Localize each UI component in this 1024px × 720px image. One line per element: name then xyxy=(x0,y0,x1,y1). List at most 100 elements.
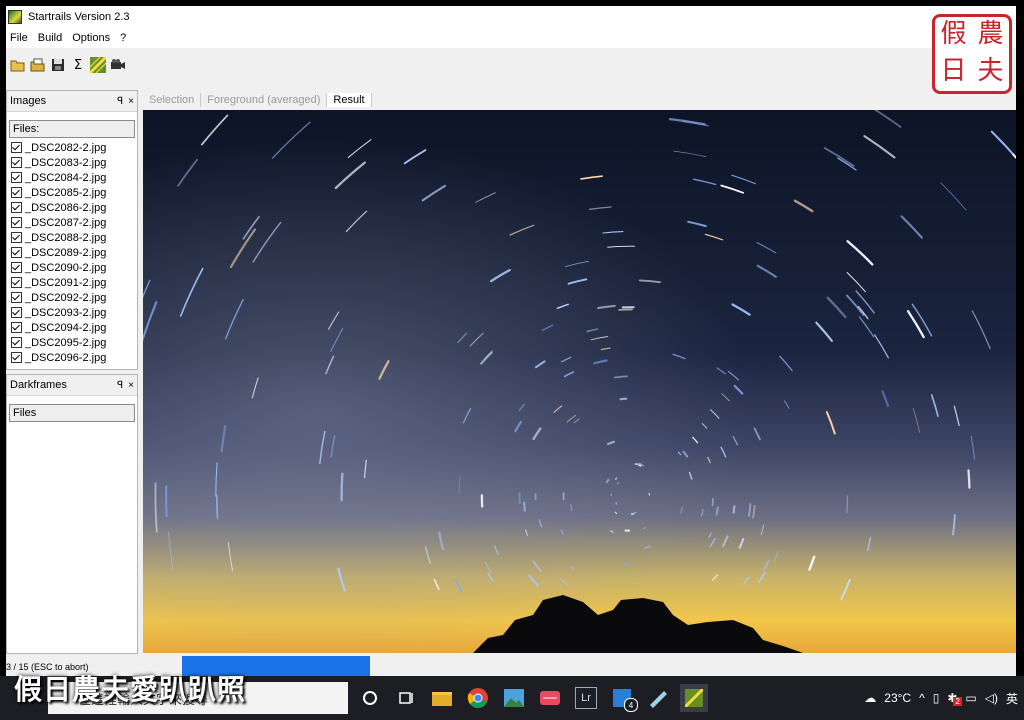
tab-selection[interactable]: Selection xyxy=(143,93,202,107)
file-name: _DSC2089-2.jpg xyxy=(25,246,107,259)
ime-indicator[interactable]: 英 xyxy=(1006,690,1018,707)
list-item[interactable]: _DSC2088-2.jpg xyxy=(7,230,137,245)
system-tray: ☁ 23°C ^ ▯ ✱2 ▭ ◁) 英 xyxy=(864,676,1018,720)
list-item[interactable]: _DSC2092-2.jpg xyxy=(7,290,137,305)
save-icon[interactable] xyxy=(50,57,66,73)
list-item[interactable]: _DSC2091-2.jpg xyxy=(7,275,137,290)
seal-char: 日 xyxy=(940,56,967,86)
images-panel-header: Images ꟼ × xyxy=(7,91,137,112)
star-trail xyxy=(523,501,526,512)
app-pen-icon[interactable] xyxy=(644,684,672,712)
list-item[interactable]: _DSC2082-2.jpg xyxy=(7,140,137,155)
app-window: Startrails Version 2.3 File Build Option… xyxy=(6,6,1016,680)
task-view-icon[interactable] xyxy=(392,684,420,712)
file-name: _DSC2086-2.jpg xyxy=(25,201,107,214)
file-name: _DSC2082-2.jpg xyxy=(25,141,107,154)
list-item[interactable]: _DSC2086-2.jpg xyxy=(7,200,137,215)
star-trail xyxy=(615,502,618,505)
app-blue-icon[interactable]: 4 xyxy=(608,684,638,712)
tray-app-icon[interactable]: ✱2 xyxy=(947,691,962,706)
open-files-icon[interactable] xyxy=(30,57,46,73)
open-folder-icon[interactable] xyxy=(10,57,26,73)
seal-char: 假 xyxy=(940,19,967,49)
title-bar: Startrails Version 2.3 xyxy=(6,6,1016,28)
tab-result[interactable]: Result xyxy=(327,93,372,107)
star-trail xyxy=(967,469,971,489)
file-name: _DSC2090-2.jpg xyxy=(25,261,107,274)
close-icon[interactable]: × xyxy=(128,96,134,107)
video-icon[interactable] xyxy=(110,57,126,73)
list-item[interactable]: _DSC2094-2.jpg xyxy=(7,320,137,335)
checkbox[interactable] xyxy=(11,277,22,288)
startrails-app-icon xyxy=(8,10,22,24)
menu-bar: File Build Options ? xyxy=(6,28,1016,48)
list-item[interactable]: _DSC2083-2.jpg xyxy=(7,155,137,170)
view-tabs: Selection Foreground (averaged) Result xyxy=(143,90,1016,110)
list-item[interactable]: _DSC2095-2.jpg xyxy=(7,335,137,350)
checkbox[interactable] xyxy=(11,142,22,153)
star-trail xyxy=(711,497,714,507)
checkbox[interactable] xyxy=(11,232,22,243)
startrails-icon[interactable] xyxy=(90,57,106,73)
volume-icon[interactable]: ◁) xyxy=(985,691,998,705)
lightroom-icon[interactable]: Lr xyxy=(572,684,600,712)
tray-badge: 2 xyxy=(953,697,962,706)
checkbox[interactable] xyxy=(11,307,22,318)
checkbox[interactable] xyxy=(11,322,22,333)
menu-options[interactable]: Options xyxy=(68,32,114,44)
toolbar: Σ xyxy=(6,50,1016,80)
checkbox[interactable] xyxy=(11,337,22,348)
file-name: _DSC2083-2.jpg xyxy=(25,156,107,169)
file-name: _DSC2092-2.jpg xyxy=(25,291,107,304)
checkbox[interactable] xyxy=(11,352,22,363)
checkbox[interactable] xyxy=(11,262,22,273)
checkbox[interactable] xyxy=(11,202,22,213)
weather-icon[interactable]: ☁ xyxy=(864,691,876,705)
star-trail xyxy=(639,463,645,467)
star-trail xyxy=(846,495,849,514)
network-icon[interactable]: ▭ xyxy=(965,691,976,705)
pin-icon[interactable]: ꟼ xyxy=(117,380,123,391)
file-name: _DSC2085-2.jpg xyxy=(25,186,107,199)
file-explorer-icon[interactable] xyxy=(428,684,456,712)
checkbox[interactable] xyxy=(11,172,22,183)
list-item[interactable]: _DSC2090-2.jpg xyxy=(7,260,137,275)
checkbox[interactable] xyxy=(11,187,22,198)
file-list: _DSC2082-2.jpg _DSC2083-2.jpg _DSC2084-2… xyxy=(7,140,137,365)
close-icon[interactable]: × xyxy=(128,380,134,391)
weather-temp[interactable]: 23°C xyxy=(884,691,911,705)
device-icon[interactable]: ▯ xyxy=(933,691,940,705)
lightroom-label: Lr xyxy=(575,687,597,709)
images-panel-title: Images xyxy=(10,95,47,107)
star-trail xyxy=(621,563,629,566)
chrome-icon[interactable] xyxy=(464,684,492,712)
app-red-icon[interactable] xyxy=(536,684,564,712)
checkbox[interactable] xyxy=(11,247,22,258)
sum-icon[interactable]: Σ xyxy=(70,57,86,73)
notification-badge: 4 xyxy=(624,698,638,712)
file-name: _DSC2087-2.jpg xyxy=(25,216,107,229)
star-trail xyxy=(732,505,736,514)
tab-foreground[interactable]: Foreground (averaged) xyxy=(201,93,328,107)
file-name: _DSC2091-2.jpg xyxy=(25,276,107,289)
list-item[interactable]: _DSC2085-2.jpg xyxy=(7,185,137,200)
cortana-icon[interactable] xyxy=(356,684,384,712)
checkbox[interactable] xyxy=(11,292,22,303)
list-item[interactable]: _DSC2093-2.jpg xyxy=(7,305,137,320)
list-item[interactable]: _DSC2089-2.jpg xyxy=(7,245,137,260)
checkbox[interactable] xyxy=(11,217,22,228)
list-item[interactable]: _DSC2087-2.jpg xyxy=(7,215,137,230)
menu-help[interactable]: ? xyxy=(116,32,130,44)
file-name: _DSC2088-2.jpg xyxy=(25,231,107,244)
pin-icon[interactable]: ꟼ xyxy=(117,96,123,107)
menu-file[interactable]: File xyxy=(6,32,32,44)
menu-build[interactable]: Build xyxy=(34,32,66,44)
checkbox[interactable] xyxy=(11,157,22,168)
list-item[interactable]: _DSC2084-2.jpg xyxy=(7,170,137,185)
list-item[interactable]: _DSC2096-2.jpg xyxy=(7,350,137,365)
photos-icon[interactable] xyxy=(500,684,528,712)
file-name: _DSC2094-2.jpg xyxy=(25,321,107,334)
darkframes-files-header: Files xyxy=(9,404,135,422)
startrails-task-icon[interactable] xyxy=(680,684,708,712)
chevron-up-icon[interactable]: ^ xyxy=(919,691,925,705)
